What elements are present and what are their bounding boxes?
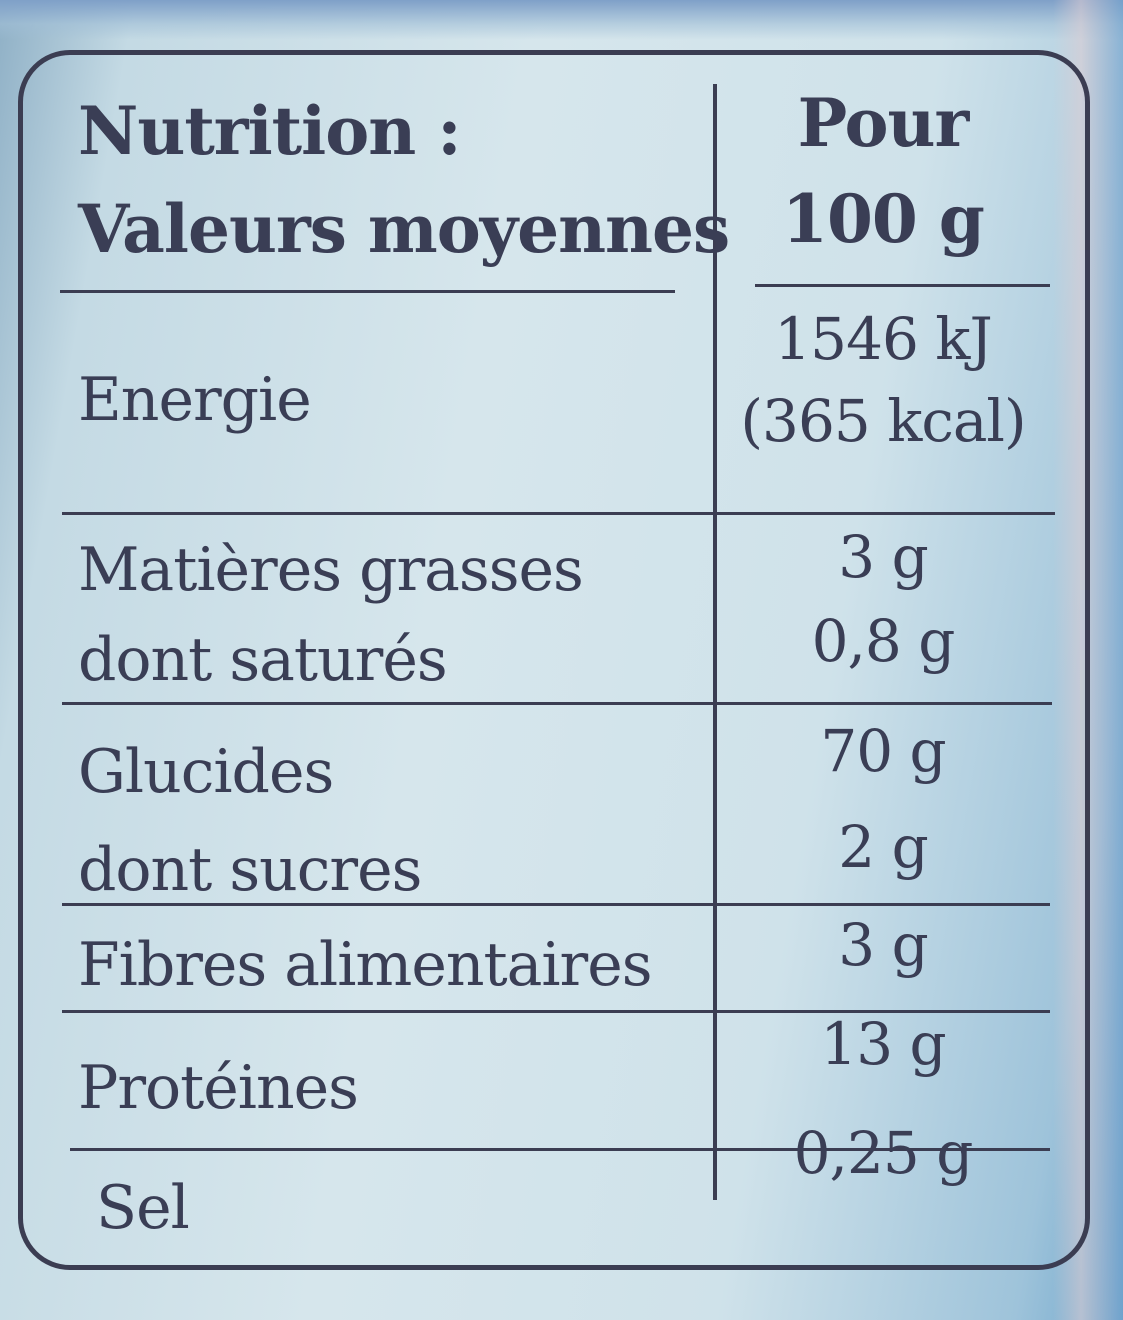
table-subtitle: Valeurs moyennes bbox=[78, 190, 730, 268]
column-header-quantity: 100 g bbox=[782, 180, 985, 258]
row-value-matieres-grasses: 3 g bbox=[838, 523, 928, 591]
row-divider bbox=[62, 512, 1055, 515]
package-top-edge bbox=[0, 0, 1123, 40]
row-value-sel: 0,25 g bbox=[793, 1119, 974, 1187]
header-divider-right bbox=[755, 284, 1050, 287]
row-label-fibres: Fibres alimentaires bbox=[78, 930, 653, 1000]
row-label-sel: Sel bbox=[96, 1173, 190, 1243]
row-value-dont-sucres: 2 g bbox=[838, 813, 928, 881]
row-value-energie-kj: 1546 kJ bbox=[774, 305, 992, 373]
row-value-energie-kcal: (365 kcal) bbox=[740, 387, 1026, 455]
row-label-dont-sucres: dont sucres bbox=[78, 835, 422, 905]
row-value-dont-satures: 0,8 g bbox=[811, 607, 956, 675]
row-value-glucides: 70 g bbox=[820, 717, 946, 785]
row-label-energie: Energie bbox=[78, 365, 312, 435]
table-title: Nutrition : bbox=[78, 92, 462, 170]
row-label-matieres-grasses: Matières grasses bbox=[78, 535, 584, 605]
column-header-pour: Pour bbox=[797, 84, 970, 162]
header-divider-left bbox=[60, 290, 675, 293]
row-divider bbox=[62, 903, 1050, 906]
row-label-proteines: Protéines bbox=[78, 1053, 359, 1123]
row-label-dont-satures: dont saturés bbox=[78, 625, 448, 695]
row-value-proteines: 13 g bbox=[820, 1010, 946, 1078]
row-label-glucides: Glucides bbox=[78, 737, 334, 807]
row-value-fibres: 3 g bbox=[838, 911, 928, 979]
row-divider bbox=[62, 702, 1052, 705]
